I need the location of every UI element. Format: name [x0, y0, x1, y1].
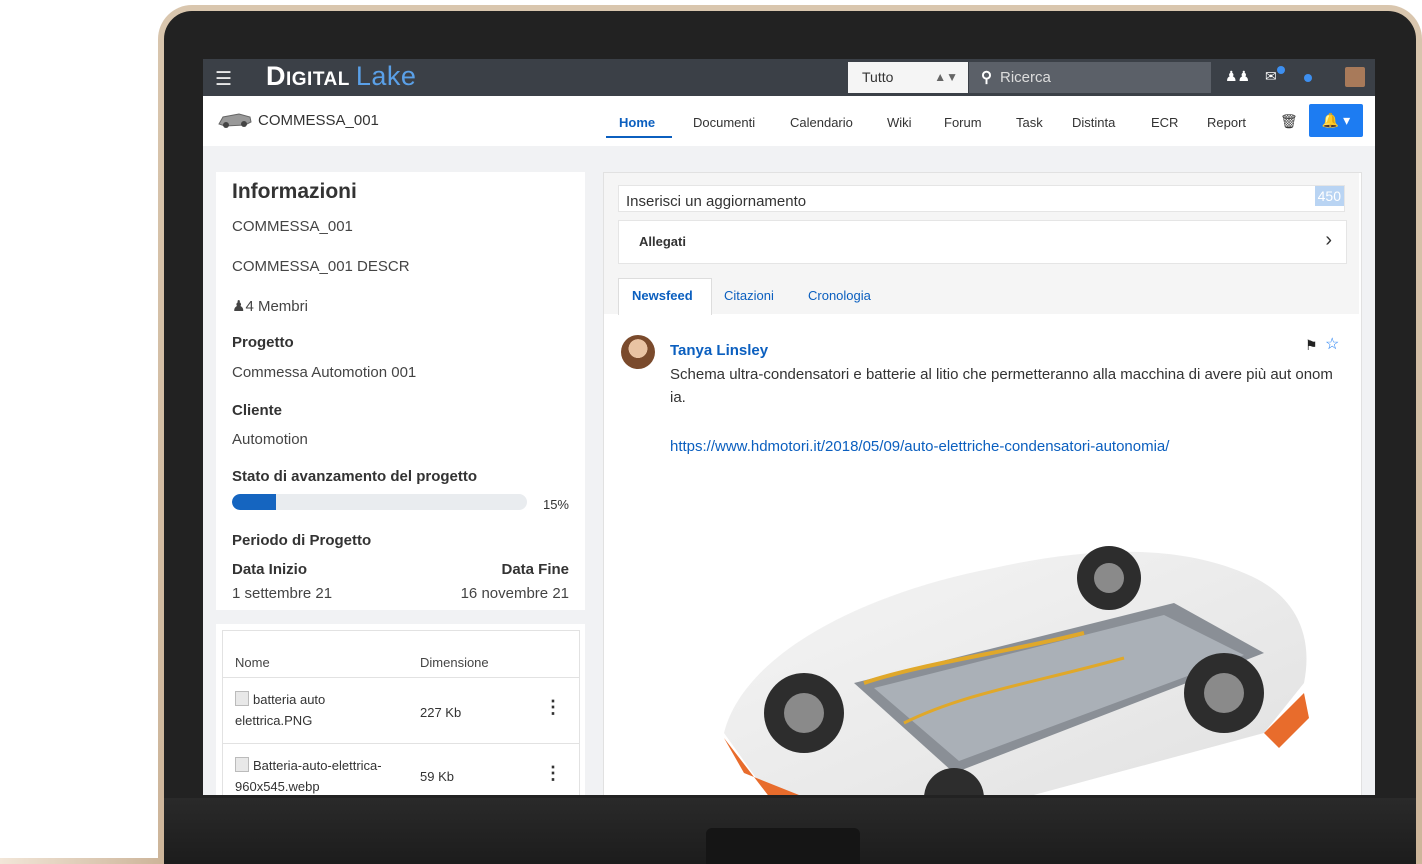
- mail-icon[interactable]: ✉: [1265, 68, 1277, 85]
- search-input[interactable]: ⚲ Ricerca: [969, 62, 1211, 93]
- nav-home[interactable]: Home: [619, 115, 655, 130]
- bell-icon: 🔔: [1321, 112, 1340, 128]
- status-dot: [1304, 74, 1312, 82]
- user-avatar[interactable]: [1345, 67, 1365, 87]
- project-description: COMMESSA_001 DESCR: [232, 258, 410, 275]
- members-count[interactable]: ♟4 Membri: [232, 297, 308, 315]
- post-text: Schema ultra-condensatori e batterie al …: [670, 366, 1333, 406]
- info-title: Informazioni: [232, 180, 357, 203]
- project-code-value: COMMESSA_001: [232, 218, 353, 235]
- row-divider: [223, 743, 579, 744]
- project-code: COMMESSA_001: [258, 112, 379, 129]
- file-icon: [235, 757, 249, 772]
- start-date-label: Data Inizio: [232, 561, 308, 578]
- progress-bar: [232, 494, 527, 510]
- tab-citazioni[interactable]: Citazioni: [724, 288, 774, 303]
- app-screen: ☰ Digital Lake Tutto ▲▼ ⚲ Ricerca ♟♟ ✉ COM…: [203, 59, 1375, 795]
- active-tab-indicator: [606, 136, 672, 138]
- file-size: 227 Kb: [420, 705, 462, 720]
- more-options-icon[interactable]: ⋮: [544, 697, 562, 718]
- mail-notification-dot: [1277, 66, 1285, 74]
- menu-icon[interactable]: ☰: [215, 68, 232, 91]
- progress-fill: [232, 494, 277, 510]
- scope-select-value: Tutto: [862, 69, 894, 85]
- search-placeholder: Ricerca: [1000, 69, 1051, 86]
- progress-label: Stato di avanzamento del progetto: [232, 468, 478, 485]
- feed-header: Inserisci un aggiornamento 450 Allegati …: [604, 173, 1359, 315]
- column-header-size[interactable]: Dimensione: [420, 655, 489, 670]
- client-value: Automotion: [232, 431, 308, 448]
- flag-icon[interactable]: ⚑: [1305, 337, 1318, 354]
- attachments-label: Allegati: [639, 234, 686, 249]
- start-date-value: 1 settembre 21: [232, 585, 333, 602]
- file-name[interactable]: batteria auto elettrica.PNG: [235, 689, 405, 731]
- client-label: Cliente: [232, 402, 283, 419]
- column-header-name[interactable]: Nome: [235, 655, 270, 670]
- newsfeed-card: Inserisci un aggiornamento 450 Allegati …: [603, 172, 1362, 795]
- nav-task[interactable]: Task: [1016, 115, 1043, 130]
- tab-newsfeed[interactable]: Newsfeed: [632, 288, 693, 303]
- car-chassis-image[interactable]: [704, 483, 1324, 795]
- nav-documenti[interactable]: Documenti: [693, 115, 755, 130]
- post-link[interactable]: https://www.hdmotori.it/2018/05/09/auto-…: [670, 438, 1169, 455]
- char-count-badge: 450: [1314, 186, 1344, 206]
- caret-down-icon: ▾: [1343, 112, 1351, 128]
- trash-icon[interactable]: 🗑: [1280, 113, 1298, 130]
- nav-calendario[interactable]: Calendario: [790, 115, 853, 130]
- notifications-button[interactable]: 🔔 ▾: [1309, 104, 1363, 137]
- top-bar: ☰ Digital Lake Tutto ▲▼ ⚲ Ricerca ♟♟ ✉: [203, 59, 1375, 96]
- image-file-icon: [235, 691, 249, 706]
- select-arrows-icon: ▲▼: [934, 70, 958, 84]
- progress-percent: 15%: [542, 497, 569, 512]
- nav-wiki[interactable]: Wiki: [887, 115, 912, 130]
- file-size: 59 Kb: [420, 769, 454, 784]
- period-label: Periodo di Progetto: [232, 532, 372, 549]
- tab-cronologia[interactable]: Cronologia: [808, 288, 871, 303]
- author-avatar[interactable]: [621, 335, 655, 369]
- end-date-label: Data Fine: [501, 561, 569, 578]
- info-card: Informazioni COMMESSA_001 COMMESSA_001 D…: [216, 172, 585, 610]
- project-value: Commessa Automotion 001: [232, 364, 417, 381]
- chevron-right-icon: ›: [1325, 229, 1332, 251]
- search-scope-select[interactable]: Tutto ▲▼: [848, 62, 968, 93]
- files-table: Nome Dimensione batteria auto elettrica.…: [222, 630, 580, 795]
- laptop-notch: [706, 828, 860, 864]
- row-divider: [223, 677, 579, 678]
- car-icon: [218, 113, 252, 128]
- update-input[interactable]: Inserisci un aggiornamento 450: [618, 185, 1345, 212]
- files-card: Nome Dimensione batteria auto elettrica.…: [216, 624, 585, 795]
- logo-main-text: Digital: [266, 61, 350, 91]
- nav-report[interactable]: Report: [1207, 115, 1246, 130]
- laptop-base: [0, 858, 160, 864]
- logo-accent-text: Lake: [355, 61, 417, 91]
- star-icon[interactable]: ☆: [1325, 334, 1339, 354]
- project-nav-bar: COMMESSA_001 Home Documenti Calendario W…: [203, 96, 1375, 146]
- users-icon[interactable]: ♟♟: [1225, 68, 1250, 85]
- post-author[interactable]: Tanya Linsley: [670, 342, 768, 359]
- update-placeholder: Inserisci un aggiornamento: [626, 193, 807, 210]
- file-name-text: Batteria-auto-elettrica-960x545.webp: [235, 758, 382, 794]
- file-name[interactable]: Batteria-auto-elettrica-960x545.webp: [235, 755, 405, 795]
- user-icon: ♟: [232, 298, 246, 315]
- app-logo[interactable]: Digital Lake: [266, 61, 416, 92]
- more-options-icon[interactable]: ⋮: [544, 763, 562, 784]
- nav-distinta[interactable]: Distinta: [1072, 115, 1115, 130]
- attachments-row[interactable]: Allegati ›: [618, 220, 1347, 264]
- project-label: Progetto: [232, 334, 294, 351]
- nav-ecr[interactable]: ECR: [1151, 115, 1178, 130]
- members-label: 4 Membri: [245, 298, 308, 315]
- search-icon: ⚲: [981, 69, 992, 86]
- nav-forum[interactable]: Forum: [944, 115, 982, 130]
- end-date-value: 16 novembre 21: [460, 585, 569, 602]
